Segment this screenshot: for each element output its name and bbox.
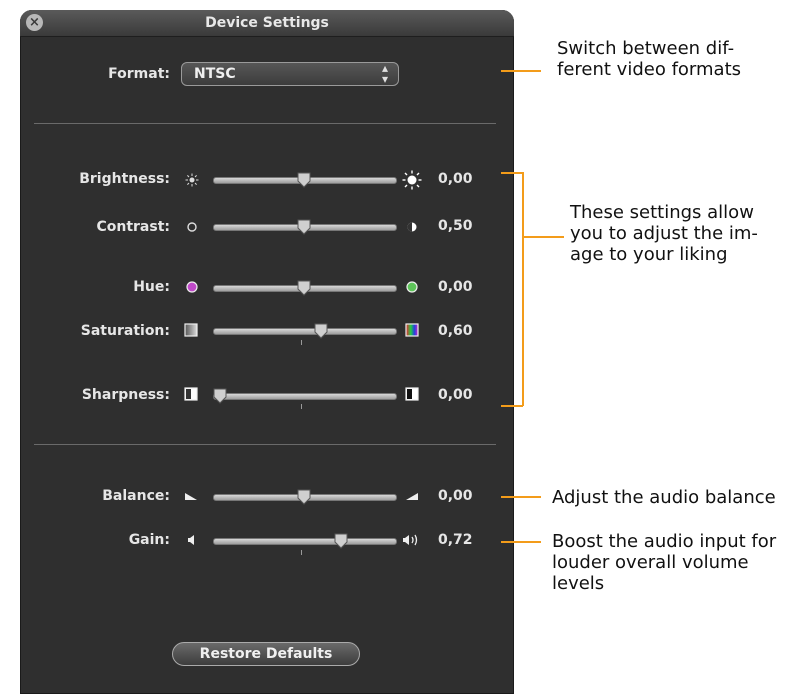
hue-label: Hue:: [133, 279, 170, 295]
image-bracket-top: [501, 172, 523, 174]
brightness-high-icon: [402, 170, 422, 190]
gain-annotation: Boost the audio input for louder overall…: [552, 531, 776, 594]
gain-value: 0,72: [438, 532, 473, 548]
format-value: NTSC: [194, 66, 236, 82]
sharpness-slider-track[interactable]: [213, 393, 397, 400]
sharpness-center-tick: [301, 404, 302, 409]
format-select[interactable]: NTSC ▴ ▾: [181, 62, 399, 86]
contrast-low-icon: [187, 222, 197, 232]
balance-slider-knob[interactable]: [297, 489, 311, 505]
gain-center-tick: [301, 550, 302, 555]
brightness-label: Brightness:: [79, 171, 170, 187]
gain-callout-line: [501, 541, 541, 543]
hue-high-icon: [406, 281, 418, 293]
balance-left-icon: [185, 493, 197, 500]
volume-high-icon: [403, 534, 418, 546]
restore-defaults-button[interactable]: Restore Defaults: [172, 642, 360, 666]
balance-value: 0,00: [438, 488, 473, 504]
sharpness-label: Sharpness:: [81, 387, 170, 403]
volume-low-icon: [188, 535, 194, 545]
sharpness-slider-knob[interactable]: [213, 388, 227, 404]
contrast-value: 0,50: [438, 218, 473, 234]
gain-slider-track[interactable]: [213, 538, 397, 545]
image-annotation-line2: you to adjust the im-: [570, 223, 758, 244]
sharpness-low-icon: [184, 387, 198, 401]
title-bar[interactable]: × Device Settings: [20, 10, 514, 37]
brightness-value: 0,00: [438, 171, 473, 187]
format-annotation: Switch between dif- ferent video formats: [557, 38, 741, 80]
image-callout-line: [524, 236, 564, 238]
format-annotation-line2: ferent video formats: [557, 59, 741, 80]
brightness-slider-knob[interactable]: [297, 172, 311, 188]
hue-slider-knob[interactable]: [297, 280, 311, 296]
gain-label: Gain:: [128, 532, 170, 548]
saturation-high-icon: [405, 323, 419, 337]
format-callout-line: [501, 70, 541, 72]
saturation-value: 0,60: [438, 323, 473, 339]
balance-callout-line: [501, 496, 541, 498]
image-annotation-line3: age to your liking: [570, 244, 728, 265]
gain-annotation-line3: levels: [552, 573, 605, 594]
chevron-updown-icon: ▴ ▾: [381, 61, 389, 86]
hue-value: 0,00: [438, 279, 473, 295]
brightness-low-icon: [185, 173, 199, 187]
image-bracket-bottom: [501, 405, 523, 407]
image-bracket-vertical: [522, 172, 524, 406]
image-annotation-line1: These settings allow: [570, 202, 754, 223]
gain-annotation-line2: louder overall volume: [552, 552, 749, 573]
contrast-high-icon: [407, 222, 417, 232]
separator: [34, 123, 496, 124]
sharpness-value: 0,00: [438, 387, 473, 403]
format-label: Format:: [108, 66, 170, 82]
saturation-low-icon: [184, 323, 198, 337]
balance-label: Balance:: [102, 488, 170, 504]
contrast-label: Contrast:: [96, 219, 170, 235]
gain-slider-knob[interactable]: [334, 533, 348, 549]
balance-annotation: Adjust the audio balance: [552, 487, 776, 508]
contrast-slider-knob[interactable]: [297, 219, 311, 235]
device-settings-window: × Device Settings Format: NTSC ▴ ▾ Bright…: [20, 10, 514, 694]
gain-annotation-line1: Boost the audio input for: [552, 531, 777, 552]
saturation-center-tick: [301, 340, 302, 345]
separator: [34, 444, 496, 445]
saturation-slider-track[interactable]: [213, 328, 397, 335]
balance-right-icon: [406, 493, 418, 500]
window-title: Device Settings: [205, 15, 329, 31]
sharpness-high-icon: [405, 387, 419, 401]
format-annotation-line1: Switch between dif-: [557, 38, 735, 59]
image-annotation: These settings allow you to adjust the i…: [570, 202, 758, 265]
saturation-slider-knob[interactable]: [314, 323, 328, 339]
saturation-label: Saturation:: [80, 323, 170, 339]
hue-low-icon: [186, 281, 198, 293]
